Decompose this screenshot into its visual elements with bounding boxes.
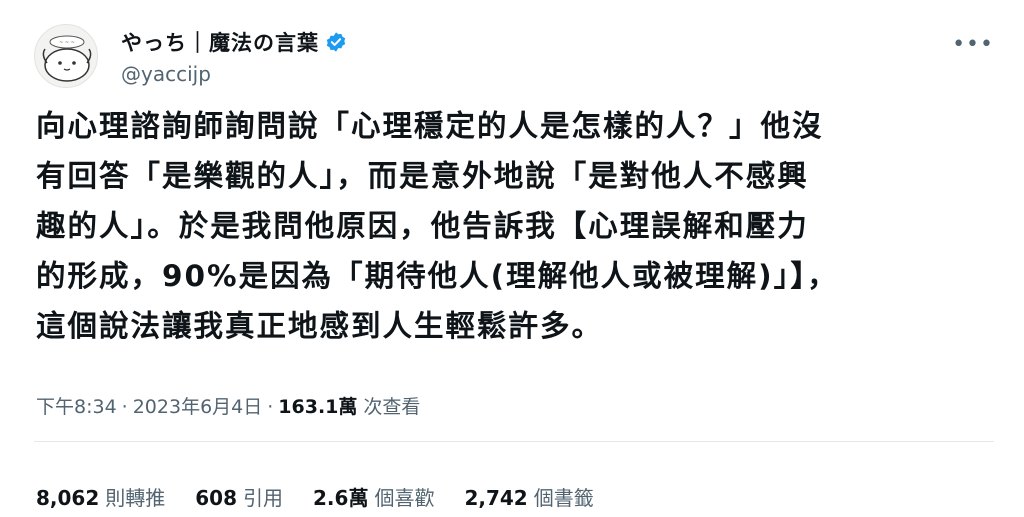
avatar-cartoon-icon: ~ ~ ~ xyxy=(42,35,92,82)
tweet-text: 向心理諮詢師詢問說「心理穩定的人是怎樣的人？」他沒 有回答「是樂觀的人」，而是意… xyxy=(36,109,839,343)
tweet-meta: 下午8:34 · 2023年6月4日 · 163.1萬 次查看 xyxy=(36,392,420,419)
retweets-count: 8,062 xyxy=(36,486,100,510)
divider xyxy=(34,441,994,442)
meta-separator: · xyxy=(267,396,274,418)
svg-text:~ ~ ~: ~ ~ ~ xyxy=(59,40,75,46)
views-count: 163.1萬 xyxy=(278,396,358,418)
retweets-stat[interactable]: 8,062 則轉推 xyxy=(36,482,165,511)
more-options-icon[interactable]: ••• xyxy=(952,32,994,57)
avatar[interactable]: ~ ~ ~ xyxy=(34,24,98,88)
verified-badge-icon xyxy=(325,31,347,53)
views-label: 次查看 xyxy=(363,396,421,418)
bookmarks-count: 2,742 xyxy=(464,486,528,510)
quotes-count: 608 xyxy=(195,486,238,510)
author-handle[interactable]: @yaccijp xyxy=(121,62,211,86)
author-display-name[interactable]: やっち｜魔法の言葉 xyxy=(121,27,319,57)
author-name-row[interactable]: やっち｜魔法の言葉 xyxy=(121,27,347,57)
bookmarks-label: 個書籤 xyxy=(533,486,594,510)
tweet-date[interactable]: 2023年6月4日 xyxy=(133,392,263,419)
likes-stat[interactable]: 2.6萬 個喜歡 xyxy=(313,482,434,511)
quotes-label: 引用 xyxy=(243,486,284,510)
engagement-stats: 8,062 則轉推 608 引用 2.6萬 個喜歡 2,742 個書籤 xyxy=(36,482,624,511)
retweets-label: 則轉推 xyxy=(105,486,166,510)
bookmarks-stat[interactable]: 2,742 個書籤 xyxy=(464,482,593,511)
quotes-stat[interactable]: 608 引用 xyxy=(195,482,283,511)
meta-separator: · xyxy=(121,396,128,418)
likes-label: 個喜歡 xyxy=(374,486,435,510)
tweet-time[interactable]: 下午8:34 xyxy=(36,392,117,419)
likes-count: 2.6萬 xyxy=(313,486,369,510)
